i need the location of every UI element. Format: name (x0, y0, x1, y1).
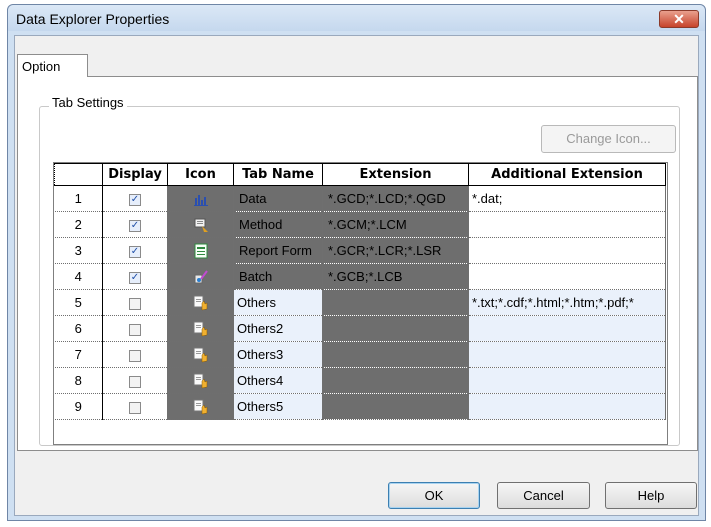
close-button[interactable]: ✕ (659, 10, 699, 28)
tab-name-cell[interactable]: Batch (233, 263, 323, 290)
display-checkbox-cell[interactable] (102, 341, 168, 368)
table-header-row: Display Icon Tab Name Extension Addition… (54, 163, 666, 186)
display-checkbox-cell[interactable] (102, 289, 168, 316)
tab-name-cell[interactable]: Others2 (233, 315, 323, 342)
tab-settings-grid: Display Icon Tab Name Extension Addition… (53, 162, 668, 445)
icon-cell[interactable] (167, 315, 234, 342)
change-icon-button[interactable]: Change Icon... (541, 125, 676, 153)
icon-cell[interactable] (167, 211, 234, 238)
others-icon (193, 398, 209, 415)
row-number[interactable]: 9 (54, 393, 103, 420)
icon-cell[interactable] (167, 341, 234, 368)
table-row[interactable]: 9 Others5 (54, 393, 666, 420)
window-title: Data Explorer Properties (16, 11, 170, 27)
row-number[interactable]: 3 (54, 237, 103, 264)
tab-name-cell[interactable]: Data (233, 185, 323, 212)
ok-button[interactable]: OK (388, 482, 480, 509)
icon-cell[interactable] (167, 237, 234, 264)
display-checkbox[interactable] (129, 323, 141, 336)
title-bar[interactable]: Data Explorer Properties ✕ (8, 5, 705, 31)
additional-extension-cell[interactable] (468, 237, 666, 264)
table-row[interactable]: 4 ✓ Batch *.GCB;*.LCB (54, 263, 666, 290)
report-form-icon (193, 242, 209, 259)
additional-extension-cell[interactable] (468, 393, 666, 420)
display-checkbox-cell[interactable] (102, 367, 168, 394)
additional-extension-cell[interactable]: *.txt;*.cdf;*.html;*.htm;*.pdf;* (468, 289, 666, 316)
method-icon (193, 216, 209, 232)
display-checkbox[interactable]: ✓ (129, 271, 141, 284)
table-row[interactable]: 7 Others3 (54, 341, 666, 368)
extension-cell[interactable]: *.GCB;*.LCB (322, 263, 469, 290)
extension-cell[interactable] (322, 341, 469, 368)
display-checkbox[interactable] (129, 297, 141, 310)
row-number[interactable]: 6 (54, 315, 103, 342)
tab-name-cell[interactable]: Others (233, 289, 323, 316)
icon-cell[interactable] (167, 367, 234, 394)
header-additional-extension[interactable]: Additional Extension (468, 163, 666, 186)
tab-settings-label: Tab Settings (49, 95, 127, 110)
row-number[interactable]: 7 (54, 341, 103, 368)
others-icon (193, 372, 209, 389)
header-display[interactable]: Display (102, 163, 168, 186)
tab-name-cell[interactable]: Others4 (233, 367, 323, 394)
table-row[interactable]: 3 ✓ Report Form *.GCR;*.LCR;*.LSR (54, 237, 666, 264)
display-checkbox-cell[interactable]: ✓ (102, 263, 168, 290)
batch-icon (193, 268, 209, 284)
table-row[interactable]: 1 ✓ Data *.GCD;*.LCD;*.QGD *.dat; (54, 185, 666, 212)
row-number[interactable]: 1 (54, 185, 103, 212)
table-row[interactable]: 2 ✓ Method *.GCM;*.LCM (54, 211, 666, 238)
others-icon (193, 294, 209, 311)
table-row[interactable]: 6 Others2 (54, 315, 666, 342)
display-checkbox[interactable] (129, 349, 141, 362)
header-tab-name[interactable]: Tab Name (233, 163, 323, 186)
extension-cell[interactable]: *.GCD;*.LCD;*.QGD (322, 185, 469, 212)
display-checkbox[interactable]: ✓ (129, 245, 141, 258)
additional-extension-cell[interactable] (468, 211, 666, 238)
row-number[interactable]: 5 (54, 289, 103, 316)
extension-cell[interactable] (322, 393, 469, 420)
display-checkbox[interactable]: ✓ (129, 193, 141, 206)
additional-extension-cell[interactable] (468, 315, 666, 342)
icon-cell[interactable] (167, 185, 234, 212)
additional-extension-cell[interactable] (468, 263, 666, 290)
display-checkbox-cell[interactable]: ✓ (102, 211, 168, 238)
tab-option[interactable]: Option (17, 54, 88, 77)
row-number[interactable]: 8 (54, 367, 103, 394)
extension-cell[interactable]: *.GCM;*.LCM (322, 211, 469, 238)
extension-cell[interactable] (322, 315, 469, 342)
extension-cell[interactable] (322, 289, 469, 316)
additional-extension-cell[interactable] (468, 341, 666, 368)
display-checkbox-cell[interactable]: ✓ (102, 185, 168, 212)
display-checkbox[interactable] (129, 401, 141, 414)
row-number[interactable]: 4 (54, 263, 103, 290)
help-button[interactable]: Help (605, 482, 697, 509)
display-checkbox-cell[interactable] (102, 315, 168, 342)
tab-name-cell[interactable]: Report Form (233, 237, 323, 264)
extension-cell[interactable] (322, 367, 469, 394)
tab-settings-table: Display Icon Tab Name Extension Addition… (54, 163, 666, 420)
display-checkbox-cell[interactable] (102, 393, 168, 420)
others-icon (193, 320, 209, 337)
tab-name-cell[interactable]: Others3 (233, 341, 323, 368)
table-row[interactable]: 5 Others *.txt;*.cdf;*.html;*.htm;*.pdf;… (54, 289, 666, 316)
table-row[interactable]: 8 Others4 (54, 367, 666, 394)
display-checkbox[interactable] (129, 375, 141, 388)
additional-extension-cell[interactable] (468, 367, 666, 394)
data-chart-icon (193, 190, 209, 206)
row-number[interactable]: 2 (54, 211, 103, 238)
others-icon (193, 346, 209, 363)
extension-cell[interactable]: *.GCR;*.LCR;*.LSR (322, 237, 469, 264)
header-extension[interactable]: Extension (322, 163, 469, 186)
icon-cell[interactable] (167, 289, 234, 316)
header-rownum (54, 163, 103, 186)
display-checkbox-cell[interactable]: ✓ (102, 237, 168, 264)
header-icon[interactable]: Icon (167, 163, 234, 186)
tab-name-cell[interactable]: Method (233, 211, 323, 238)
icon-cell[interactable] (167, 263, 234, 290)
tab-name-cell[interactable]: Others5 (233, 393, 323, 420)
additional-extension-cell[interactable]: *.dat; (468, 185, 666, 212)
icon-cell[interactable] (167, 393, 234, 420)
display-checkbox[interactable]: ✓ (129, 219, 141, 232)
cancel-button[interactable]: Cancel (497, 482, 590, 509)
